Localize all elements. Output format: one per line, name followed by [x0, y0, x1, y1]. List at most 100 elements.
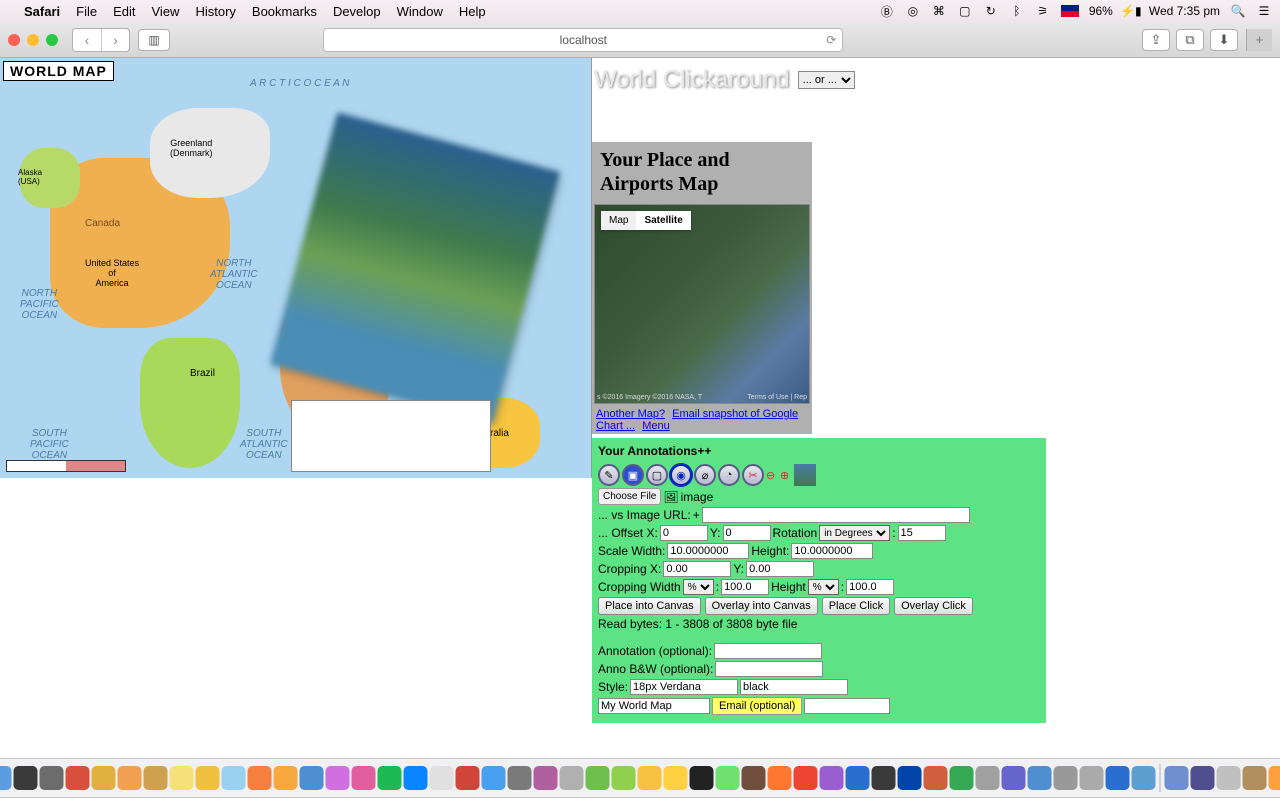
crop-x-input[interactable] — [663, 561, 731, 577]
dock-app-21[interactable] — [534, 766, 558, 790]
dock-app-12[interactable] — [300, 766, 324, 790]
rotation-unit-select[interactable]: in Degrees — [819, 525, 890, 541]
dock-app-42[interactable] — [1080, 766, 1104, 790]
status-icon-1[interactable]: Ⓑ — [879, 3, 895, 19]
place-click-button[interactable]: Place Click — [822, 597, 890, 615]
email-optional-button[interactable]: Email (optional) — [712, 697, 802, 715]
menu-help[interactable]: Help — [459, 4, 486, 19]
tool-circle-icon[interactable]: ◉ — [670, 464, 692, 486]
status-icon-3[interactable]: ⌘ — [931, 3, 947, 19]
dock-app-31[interactable] — [794, 766, 818, 790]
spotlight-icon[interactable]: 🔍 — [1230, 3, 1246, 19]
dock-app-33[interactable] — [846, 766, 870, 790]
dock-app-35[interactable] — [898, 766, 922, 790]
dock-app-34[interactable] — [872, 766, 896, 790]
wifi-icon[interactable]: ⚞ — [1035, 3, 1051, 19]
image-url-input[interactable] — [702, 507, 970, 523]
dock-app-13[interactable] — [326, 766, 350, 790]
dock-app-10[interactable] — [248, 766, 272, 790]
dock-app-37[interactable] — [950, 766, 974, 790]
map-type-satellite[interactable]: Satellite — [636, 211, 690, 230]
crop-width-input[interactable] — [721, 579, 769, 595]
clock[interactable]: Wed 7:35 pm — [1149, 4, 1220, 18]
dock-app-7[interactable] — [170, 766, 194, 790]
link-menu[interactable]: Menu — [642, 420, 670, 432]
dock-app-17[interactable] — [430, 766, 454, 790]
email-input[interactable] — [804, 698, 890, 714]
input-flag-icon[interactable] — [1061, 5, 1079, 17]
dock-app-24[interactable] — [612, 766, 636, 790]
menu-develop[interactable]: Develop — [333, 4, 381, 19]
share-button[interactable]: ⇪ — [1142, 29, 1170, 51]
battery-icon[interactable]: ⚡▮ — [1123, 3, 1139, 19]
tool-rect-icon[interactable]: ▢ — [646, 464, 668, 486]
dock-app-0[interactable] — [0, 766, 12, 790]
tool-pencil-icon[interactable]: ✎ — [598, 464, 620, 486]
tool-cylinder-icon[interactable]: ⌀ — [694, 464, 716, 486]
dock-app-46[interactable] — [1191, 766, 1215, 790]
dock-app-5[interactable] — [118, 766, 142, 790]
tool-plus-icon[interactable]: ⊕ — [780, 469, 792, 482]
dock-app-36[interactable] — [924, 766, 948, 790]
overlay-into-canvas-button[interactable]: Overlay into Canvas — [705, 597, 818, 615]
crop-height-input[interactable] — [846, 579, 894, 595]
window-minimize-button[interactable] — [27, 34, 39, 46]
dock-app-45[interactable] — [1165, 766, 1189, 790]
annotation-input[interactable] — [714, 643, 822, 659]
dock-app-6[interactable] — [144, 766, 168, 790]
menu-history[interactable]: History — [195, 4, 235, 19]
dock-app-2[interactable] — [40, 766, 64, 790]
dock-app-9[interactable] — [222, 766, 246, 790]
dock-app-26[interactable] — [664, 766, 688, 790]
dock-app-20[interactable] — [508, 766, 532, 790]
dock-app-39[interactable] — [1002, 766, 1026, 790]
dock-app-49[interactable] — [1269, 766, 1280, 790]
map-title-input[interactable] — [598, 698, 710, 714]
scale-width-input[interactable] — [667, 543, 749, 559]
dock-app-40[interactable] — [1028, 766, 1052, 790]
place-selector[interactable]: ... or ... — [798, 71, 855, 89]
tabs-button[interactable]: ⧉ — [1176, 29, 1204, 51]
timemachine-icon[interactable]: ↻ — [983, 3, 999, 19]
world-map-canvas[interactable]: WORLD MAP A R C T I C O C E A N NORTH PA… — [0, 58, 592, 478]
dock-app-25[interactable] — [638, 766, 662, 790]
dock-app-3[interactable] — [66, 766, 90, 790]
dock-app-29[interactable] — [742, 766, 766, 790]
dock-app-48[interactable] — [1243, 766, 1267, 790]
app-name[interactable]: Safari — [24, 4, 60, 19]
dock-app-47[interactable] — [1217, 766, 1241, 790]
url-plus[interactable]: + — [693, 508, 700, 522]
dock-app-22[interactable] — [560, 766, 584, 790]
map-type-map[interactable]: Map — [601, 211, 636, 230]
window-close-button[interactable] — [8, 34, 20, 46]
dock-app-28[interactable] — [716, 766, 740, 790]
menu-window[interactable]: Window — [397, 4, 443, 19]
crop-y-input[interactable] — [746, 561, 814, 577]
downloads-button[interactable]: ⬇ — [1210, 29, 1238, 51]
dock-app-11[interactable] — [274, 766, 298, 790]
dock-app-30[interactable] — [768, 766, 792, 790]
overlay-click-button[interactable]: Overlay Click — [894, 597, 973, 615]
tool-clock-icon[interactable]: ◔ — [718, 464, 740, 486]
tool-thumbnail[interactable] — [794, 464, 816, 486]
notification-center-icon[interactable]: ☰ — [1256, 3, 1272, 19]
menu-bookmarks[interactable]: Bookmarks — [252, 4, 317, 19]
dock-app-27[interactable] — [690, 766, 714, 790]
tool-minus-icon[interactable]: ⊖ — [766, 469, 778, 482]
dock-app-38[interactable] — [976, 766, 1000, 790]
dock-app-1[interactable] — [14, 766, 38, 790]
link-another-map[interactable]: Another Map? — [596, 408, 665, 420]
reload-icon[interactable]: ⟳ — [826, 33, 836, 47]
dock-app-14[interactable] — [352, 766, 376, 790]
forward-button[interactable]: › — [101, 29, 129, 51]
sidebar-toggle-button[interactable]: ▥ — [138, 29, 170, 51]
dock-app-32[interactable] — [820, 766, 844, 790]
window-maximize-button[interactable] — [46, 34, 58, 46]
style-input[interactable] — [630, 679, 738, 695]
crop-width-unit-select[interactable]: % — [683, 579, 714, 595]
dock-app-8[interactable] — [196, 766, 220, 790]
scale-height-input[interactable] — [791, 543, 873, 559]
offset-y-input[interactable] — [723, 525, 771, 541]
tool-fillrect-icon[interactable]: ▣ — [622, 464, 644, 486]
offset-x-input[interactable] — [660, 525, 708, 541]
